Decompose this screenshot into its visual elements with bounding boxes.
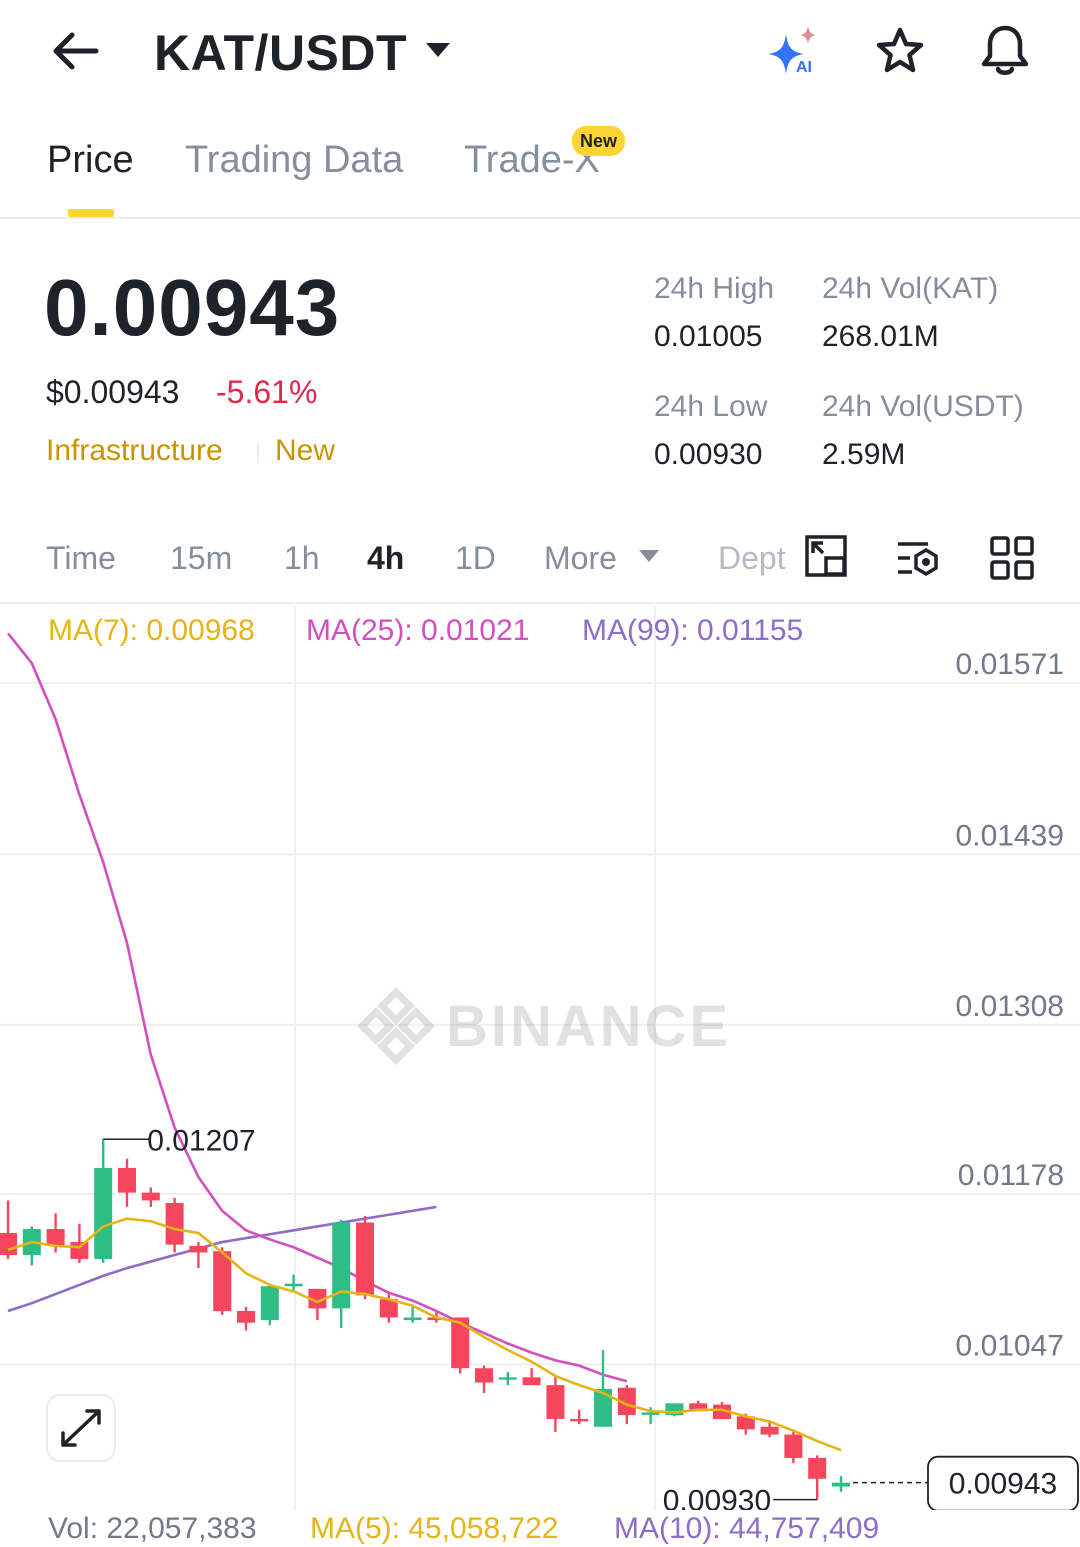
candle-down (189, 1245, 208, 1253)
y-axis-tick-label: 0.01047 (956, 1329, 1064, 1362)
candle-down (0, 1232, 17, 1256)
volume-ma5-label: MA(5): 45,058,722 (310, 1512, 559, 1545)
low-label: 24h Low (654, 390, 768, 423)
high-value: 0.01005 (654, 320, 763, 353)
depth-tab[interactable]: Dept (718, 540, 786, 577)
candle-down (522, 1377, 541, 1386)
usd-price: $0.00943 (46, 374, 180, 410)
interval-time[interactable]: Time (46, 540, 116, 577)
candle-down (165, 1203, 184, 1245)
candle-down (46, 1229, 65, 1246)
more-caret-icon[interactable] (638, 548, 660, 564)
interval-bar: Time 15m 1h 4h 1D More Dept (0, 520, 1080, 604)
indicator-settings-icon[interactable] (894, 534, 942, 582)
candle-up (94, 1167, 113, 1259)
y-axis-tick-label: 0.01439 (956, 820, 1064, 853)
candle-down (141, 1192, 160, 1201)
picture-in-picture-icon[interactable] (804, 534, 852, 582)
pair-title[interactable]: KAT/USDT (154, 24, 407, 82)
tag-new[interactable]: New (275, 434, 335, 468)
ma25-label: MA(25): 0.01021 (306, 614, 530, 647)
candle-down (70, 1242, 89, 1259)
vol-base-value: 268.01M (822, 320, 939, 353)
candle-down (546, 1385, 565, 1419)
candle-down (356, 1222, 374, 1296)
high-marker-label: 0.01207 (147, 1124, 255, 1157)
tag-infrastructure[interactable]: Infrastructure (46, 434, 223, 468)
tab-price[interactable]: Price (47, 139, 134, 182)
volume-label: Vol: 22,057,383 (48, 1512, 257, 1545)
candle-down (760, 1426, 779, 1435)
vol-quote-value: 2.59M (822, 438, 906, 471)
tab-bar: Price Trading Data Trade-X (0, 105, 1080, 219)
interval-1d[interactable]: 1D (455, 540, 496, 577)
interval-more[interactable]: More (544, 540, 617, 577)
candle-down (570, 1418, 589, 1422)
fullscreen-button[interactable] (46, 1394, 116, 1462)
interval-1h[interactable]: 1h (284, 540, 320, 577)
grid-layout-icon[interactable] (988, 534, 1036, 582)
ma99-label: MA(99): 0.01155 (582, 614, 804, 647)
candle-down (475, 1368, 493, 1383)
candle-down (808, 1457, 827, 1479)
high-label: 24h High (654, 272, 775, 305)
last-price: 0.00943 (44, 263, 341, 352)
candlestick-chart[interactable]: BINANCE 0.01571 0.01439 0.01308 0.01178 0.01… (0, 604, 1080, 1510)
candle-up (403, 1317, 422, 1321)
caret-down-icon[interactable] (424, 40, 452, 60)
watermark-text: BINANCE (446, 994, 731, 1059)
candle-up (284, 1283, 303, 1287)
y-axis-tick-label: 0.01308 (956, 990, 1064, 1023)
vol-quote-label: 24h Vol(USDT) (822, 390, 1024, 423)
volume-ma10-label: MA(10): 44,757,409 (614, 1512, 880, 1545)
tab-trading-data[interactable]: Trading Data (185, 139, 403, 182)
back-arrow-icon[interactable] (48, 26, 102, 76)
y-axis-tick-label: 0.01571 (956, 648, 1064, 681)
candle-up (498, 1377, 517, 1380)
tag-divider (257, 443, 259, 463)
star-icon[interactable] (872, 24, 928, 80)
candle-down (784, 1434, 803, 1458)
expand-arrows-icon (61, 1409, 101, 1447)
new-badge: New (572, 126, 626, 156)
interval-15m[interactable]: 15m (170, 540, 232, 577)
ai-sparkle-icon[interactable]: AI (764, 22, 824, 78)
y-axis-tick-label: 0.01178 (958, 1159, 1064, 1192)
candle-up (832, 1482, 850, 1487)
vol-base-label: 24h Vol(KAT) (822, 272, 999, 305)
bell-icon[interactable] (976, 22, 1034, 80)
candle-up (641, 1412, 660, 1415)
svg-text:AI: AI (796, 59, 812, 76)
current-price-label: 0.00943 (949, 1468, 1057, 1501)
active-tab-indicator (68, 209, 114, 217)
low-marker-label: 0.00930 (663, 1485, 771, 1510)
top-bar: KAT/USDT AI (0, 0, 1080, 105)
price-change-percent: -5.61% (216, 374, 318, 410)
candle-down (213, 1251, 232, 1311)
ma7-label: MA(7): 0.00968 (48, 614, 255, 647)
interval-4h[interactable]: 4h (367, 540, 404, 577)
binance-watermark: BINANCE (357, 987, 731, 1065)
candle-down (237, 1310, 255, 1323)
candle-up (260, 1286, 279, 1321)
low-value: 0.00930 (654, 438, 763, 471)
candle-down (118, 1167, 136, 1193)
